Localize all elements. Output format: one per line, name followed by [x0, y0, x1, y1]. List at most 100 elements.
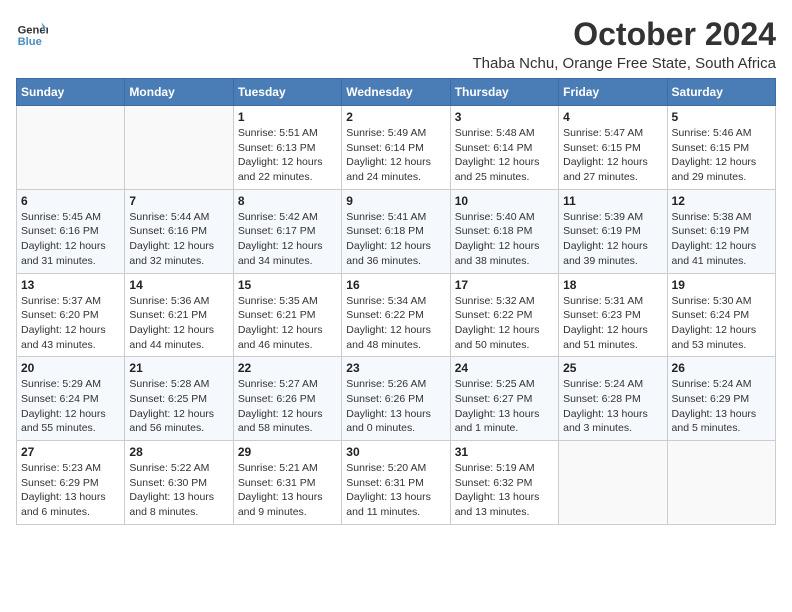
calendar-cell: 11Sunrise: 5:39 AM Sunset: 6:19 PM Dayli… [559, 189, 667, 273]
day-info: Sunrise: 5:35 AM Sunset: 6:21 PM Dayligh… [238, 294, 337, 353]
calendar-week-row-5: 27 Sunrise: 5:23 AM Sunset: 6:29 PM Dayli… [17, 441, 776, 525]
calendar-cell [667, 441, 775, 525]
day-info: Sunrise: 5:39 AM Sunset: 6:19 PM Dayligh… [563, 210, 662, 269]
header-friday: Friday [559, 79, 667, 106]
day-number: 25 [563, 361, 662, 375]
day-info: Sunrise: 5:47 AM Sunset: 6:15 PM Dayligh… [563, 126, 662, 185]
logo: General Blue [16, 16, 48, 48]
day-info: Sunrise: 5:31 AM Sunset: 6:23 PM Dayligh… [563, 294, 662, 353]
day-number: 30 [346, 445, 445, 459]
calendar-cell: 24 Sunrise: 5:25 AM Sunset: 6:27 PM Dayli… [450, 357, 558, 441]
header-monday: Monday [125, 79, 233, 106]
day-number: 18 [563, 278, 662, 292]
day-number: 10 [455, 194, 554, 208]
day-number: 2 [346, 110, 445, 124]
day-number: 3 [455, 110, 554, 124]
day-number: 12 [672, 194, 771, 208]
location-subtitle: Thaba Nchu, Orange Free State, South Afr… [472, 55, 776, 72]
day-number: 16 [346, 278, 445, 292]
day-info: Sunrise: 5:44 AM Sunset: 6:16 PM Dayligh… [129, 210, 228, 269]
calendar-cell: 20Sunrise: 5:29 AM Sunset: 6:24 PM Dayli… [17, 357, 125, 441]
day-number: 27 [21, 445, 120, 459]
calendar-cell: 25Sunrise: 5:24 AM Sunset: 6:28 PM Dayli… [559, 357, 667, 441]
calendar-cell: 4 Sunrise: 5:47 AM Sunset: 6:15 PM Daylig… [559, 106, 667, 190]
calendar-cell [559, 441, 667, 525]
day-number: 20 [21, 361, 120, 375]
calendar-header-row: Sunday Monday Tuesday Wednesday Thursday… [17, 79, 776, 106]
title-area: October 2024 Thaba Nchu, Orange Free Sta… [472, 16, 776, 72]
day-info: Sunrise: 5:32 AM Sunset: 6:22 PM Dayligh… [455, 294, 554, 353]
calendar-cell: 22Sunrise: 5:27 AM Sunset: 6:26 PM Dayli… [233, 357, 341, 441]
calendar-cell: 26 Sunrise: 5:24 AM Sunset: 6:29 PM Dayli… [667, 357, 775, 441]
calendar-week-row-4: 20Sunrise: 5:29 AM Sunset: 6:24 PM Dayli… [17, 357, 776, 441]
calendar-cell: 8Sunrise: 5:42 AM Sunset: 6:17 PM Daylig… [233, 189, 341, 273]
calendar-week-row-1: 1Sunrise: 5:51 AM Sunset: 6:13 PM Daylig… [17, 106, 776, 190]
calendar-cell: 6 Sunrise: 5:45 AM Sunset: 6:16 PM Daylig… [17, 189, 125, 273]
day-info: Sunrise: 5:23 AM Sunset: 6:29 PM Dayligh… [21, 461, 120, 520]
calendar-cell: 3 Sunrise: 5:48 AM Sunset: 6:14 PM Daylig… [450, 106, 558, 190]
day-number: 31 [455, 445, 554, 459]
header-sunday: Sunday [17, 79, 125, 106]
calendar-cell [17, 106, 125, 190]
day-info: Sunrise: 5:41 AM Sunset: 6:18 PM Dayligh… [346, 210, 445, 269]
page-header: General Blue October 2024 Thaba Nchu, Or… [16, 16, 776, 72]
calendar-cell: 10 Sunrise: 5:40 AM Sunset: 6:18 PM Dayli… [450, 189, 558, 273]
day-number: 1 [238, 110, 337, 124]
calendar-cell: 31 Sunrise: 5:19 AM Sunset: 6:32 PM Dayli… [450, 441, 558, 525]
header-wednesday: Wednesday [342, 79, 450, 106]
day-info: Sunrise: 5:48 AM Sunset: 6:14 PM Dayligh… [455, 126, 554, 185]
day-info: Sunrise: 5:34 AM Sunset: 6:22 PM Dayligh… [346, 294, 445, 353]
calendar-week-row-3: 13 Sunrise: 5:37 AM Sunset: 6:20 PM Dayli… [17, 273, 776, 357]
day-number: 14 [129, 278, 228, 292]
calendar-cell: 23 Sunrise: 5:26 AM Sunset: 6:26 PM Dayli… [342, 357, 450, 441]
calendar-table: Sunday Monday Tuesday Wednesday Thursday… [16, 78, 776, 525]
svg-text:Blue: Blue [18, 36, 42, 48]
month-year-title: October 2024 [472, 16, 776, 53]
day-info: Sunrise: 5:24 AM Sunset: 6:29 PM Dayligh… [672, 377, 771, 436]
calendar-cell: 5 Sunrise: 5:46 AM Sunset: 6:15 PM Daylig… [667, 106, 775, 190]
day-number: 21 [129, 361, 228, 375]
day-info: Sunrise: 5:25 AM Sunset: 6:27 PM Dayligh… [455, 377, 554, 436]
day-number: 4 [563, 110, 662, 124]
calendar-cell: 15 Sunrise: 5:35 AM Sunset: 6:21 PM Dayli… [233, 273, 341, 357]
day-number: 26 [672, 361, 771, 375]
day-info: Sunrise: 5:28 AM Sunset: 6:25 PM Dayligh… [129, 377, 228, 436]
header-saturday: Saturday [667, 79, 775, 106]
calendar-cell: 21 Sunrise: 5:28 AM Sunset: 6:25 PM Dayli… [125, 357, 233, 441]
calendar-cell: 18 Sunrise: 5:31 AM Sunset: 6:23 PM Dayli… [559, 273, 667, 357]
day-info: Sunrise: 5:20 AM Sunset: 6:31 PM Dayligh… [346, 461, 445, 520]
calendar-cell: 2 Sunrise: 5:49 AM Sunset: 6:14 PM Daylig… [342, 106, 450, 190]
day-number: 29 [238, 445, 337, 459]
day-info: Sunrise: 5:36 AM Sunset: 6:21 PM Dayligh… [129, 294, 228, 353]
day-number: 8 [238, 194, 337, 208]
day-info: Sunrise: 5:30 AM Sunset: 6:24 PM Dayligh… [672, 294, 771, 353]
day-info: Sunrise: 5:40 AM Sunset: 6:18 PM Dayligh… [455, 210, 554, 269]
day-number: 9 [346, 194, 445, 208]
day-number: 5 [672, 110, 771, 124]
calendar-cell: 19 Sunrise: 5:30 AM Sunset: 6:24 PM Dayli… [667, 273, 775, 357]
day-info: Sunrise: 5:45 AM Sunset: 6:16 PM Dayligh… [21, 210, 120, 269]
calendar-cell: 30 Sunrise: 5:20 AM Sunset: 6:31 PM Dayli… [342, 441, 450, 525]
header-thursday: Thursday [450, 79, 558, 106]
calendar-cell [125, 106, 233, 190]
day-info: Sunrise: 5:46 AM Sunset: 6:15 PM Dayligh… [672, 126, 771, 185]
calendar-cell: 17Sunrise: 5:32 AM Sunset: 6:22 PM Dayli… [450, 273, 558, 357]
day-number: 13 [21, 278, 120, 292]
day-number: 23 [346, 361, 445, 375]
calendar-cell: 1Sunrise: 5:51 AM Sunset: 6:13 PM Daylig… [233, 106, 341, 190]
day-info: Sunrise: 5:19 AM Sunset: 6:32 PM Dayligh… [455, 461, 554, 520]
calendar-cell: 9 Sunrise: 5:41 AM Sunset: 6:18 PM Daylig… [342, 189, 450, 273]
calendar-cell: 12Sunrise: 5:38 AM Sunset: 6:19 PM Dayli… [667, 189, 775, 273]
day-number: 22 [238, 361, 337, 375]
day-info: Sunrise: 5:22 AM Sunset: 6:30 PM Dayligh… [129, 461, 228, 520]
day-number: 19 [672, 278, 771, 292]
day-info: Sunrise: 5:49 AM Sunset: 6:14 PM Dayligh… [346, 126, 445, 185]
day-number: 28 [129, 445, 228, 459]
day-number: 15 [238, 278, 337, 292]
day-number: 6 [21, 194, 120, 208]
header-tuesday: Tuesday [233, 79, 341, 106]
day-number: 24 [455, 361, 554, 375]
day-info: Sunrise: 5:26 AM Sunset: 6:26 PM Dayligh… [346, 377, 445, 436]
day-number: 7 [129, 194, 228, 208]
day-info: Sunrise: 5:37 AM Sunset: 6:20 PM Dayligh… [21, 294, 120, 353]
